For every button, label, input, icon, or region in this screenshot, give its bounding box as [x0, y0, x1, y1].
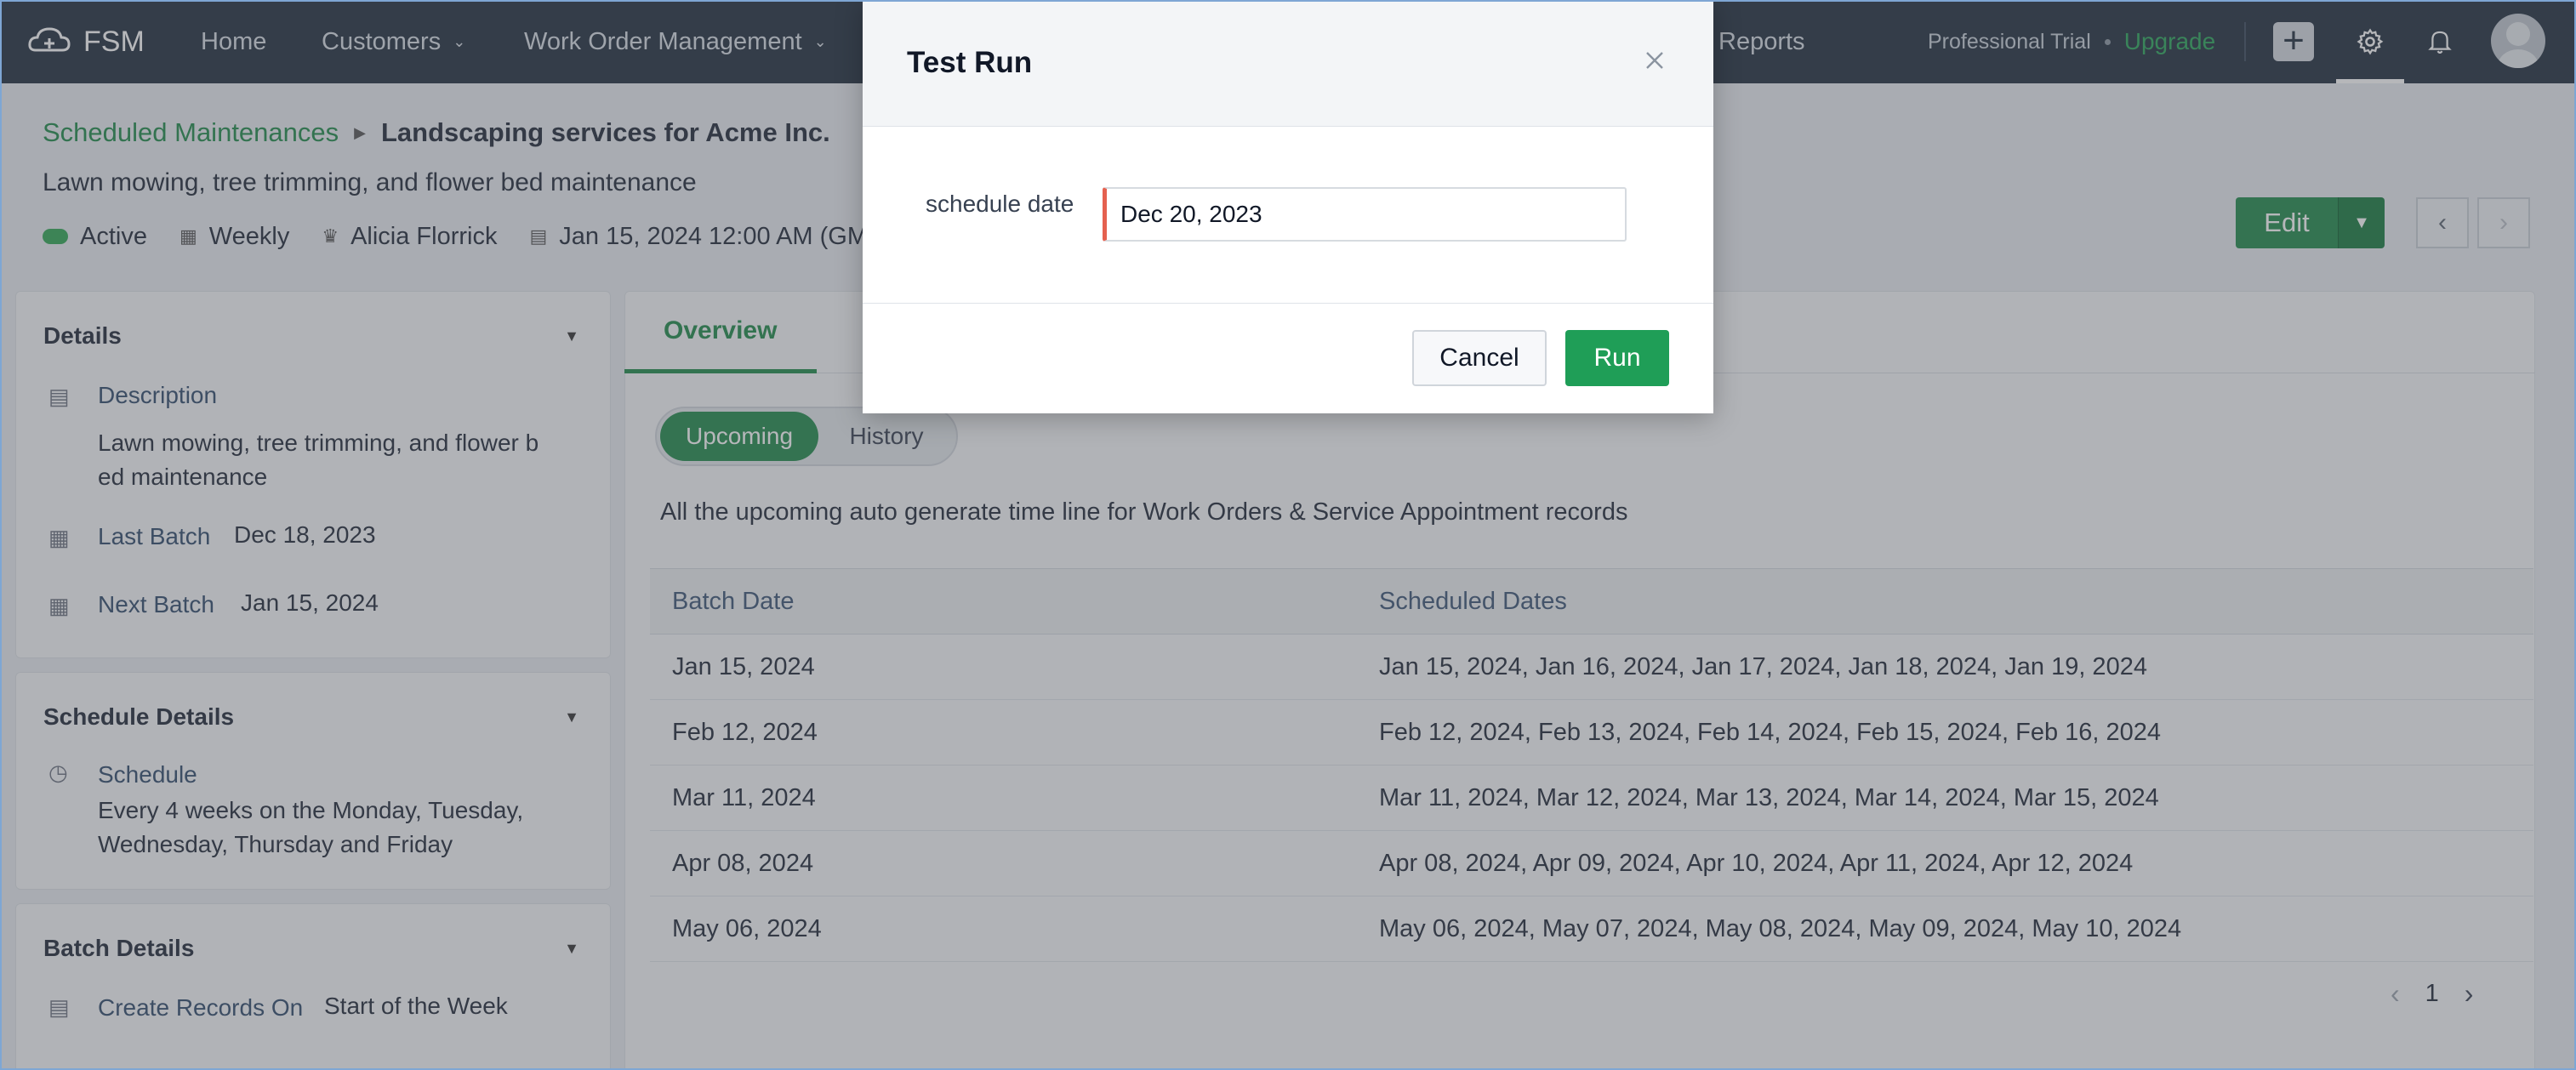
schedule-date-input[interactable]	[1103, 187, 1627, 242]
dialog-title: Test Run	[907, 46, 1033, 79]
test-run-dialog: Test Run schedule date Cancel Run	[863, 0, 1713, 413]
dialog-footer-divider	[863, 303, 1713, 304]
close-icon[interactable]	[1635, 41, 1674, 80]
cancel-button[interactable]: Cancel	[1412, 330, 1547, 386]
run-button[interactable]: Run	[1565, 330, 1669, 386]
schedule-date-label: schedule date	[926, 191, 1074, 217]
